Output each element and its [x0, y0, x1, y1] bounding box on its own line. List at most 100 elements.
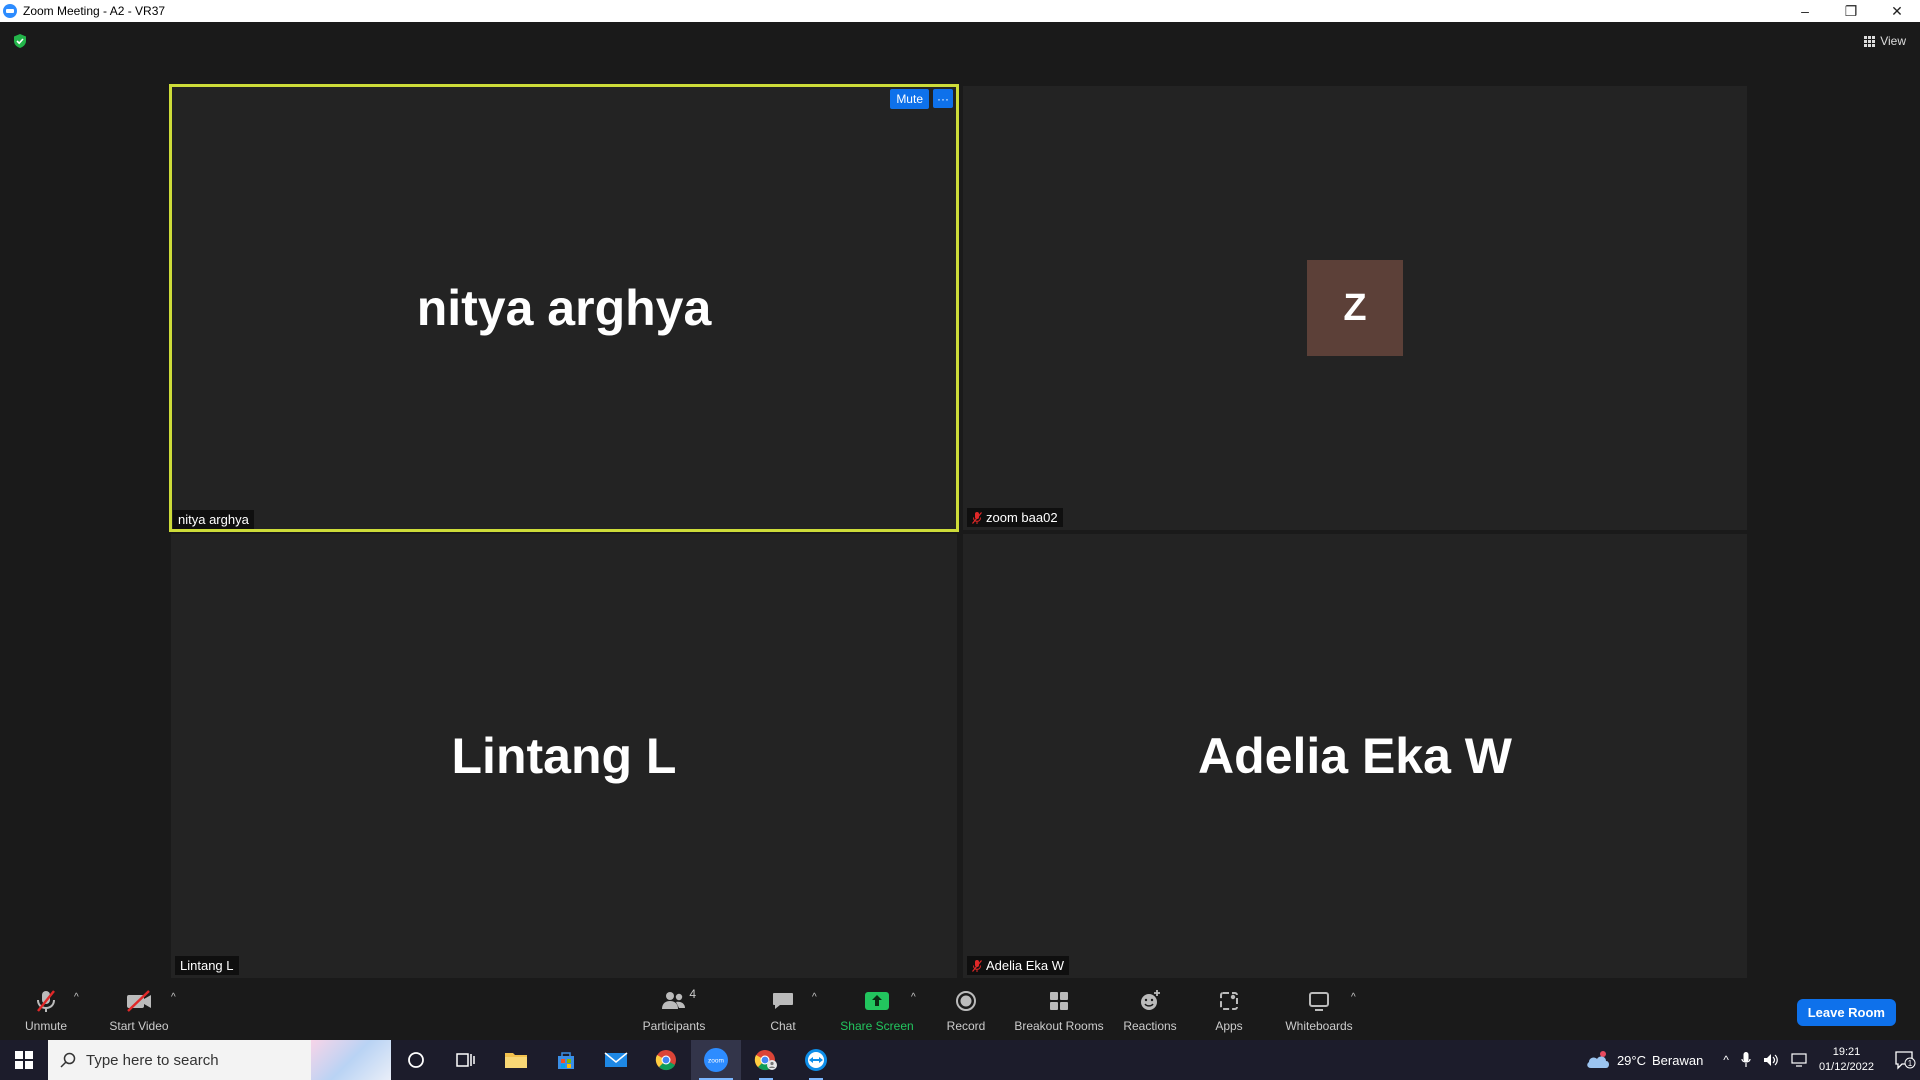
participant-name-tag: nitya arghya	[173, 510, 254, 529]
reactions-button[interactable]: Reactions	[1118, 980, 1182, 1040]
participants-count: 4	[689, 987, 696, 1001]
teamviewer-button[interactable]	[791, 1040, 841, 1080]
taskbar-search-box[interactable]: Type here to search	[48, 1040, 391, 1080]
notification-icon: 1	[1895, 1051, 1916, 1070]
participant-display-name: Lintang L	[451, 728, 677, 784]
chrome-icon	[655, 1050, 676, 1071]
meeting-area: View nitya arghya Mute ··· nitya arghya …	[0, 22, 1920, 980]
zoom-icon-text: zoom	[708, 1058, 724, 1065]
name-tag-label: nitya arghya	[178, 512, 249, 527]
mic-muted-icon	[972, 959, 982, 972]
mic-muted-icon	[972, 511, 982, 524]
notifications-button[interactable]: 1	[1890, 1050, 1920, 1070]
more-options-button[interactable]: ···	[933, 89, 953, 108]
zoom-app-icon	[3, 4, 17, 18]
meeting-controls: Unmute ^ Start Video ^ 4 Participants Ch…	[0, 980, 1920, 1040]
share-screen-button[interactable]: Share Screen	[836, 980, 918, 1040]
tray-icons: ^	[1723, 1052, 1807, 1068]
start-video-button[interactable]: Start Video	[100, 980, 178, 1040]
zoom-icon: zoom	[704, 1048, 728, 1072]
chat-button[interactable]: Chat	[758, 980, 808, 1040]
close-button[interactable]: ✕	[1874, 0, 1920, 22]
audio-options-caret-icon[interactable]: ^	[74, 992, 79, 1003]
store-bag-icon	[558, 1052, 574, 1069]
mute-participant-button[interactable]: Mute	[890, 89, 929, 109]
chrome-profile-button[interactable]	[741, 1040, 791, 1080]
video-tile-nitya-arghya[interactable]: nitya arghya Mute ··· nitya arghya	[169, 84, 959, 532]
network-icon[interactable]	[1791, 1053, 1807, 1067]
start-video-label: Start Video	[109, 1019, 169, 1033]
zoom-taskbar-button[interactable]: zoom	[691, 1040, 741, 1080]
reactions-label: Reactions	[1123, 1019, 1177, 1033]
window-title: Zoom Meeting - A2 - VR37	[23, 4, 166, 18]
name-tag-label: Adelia Eka W	[986, 958, 1065, 973]
participants-icon: 4	[654, 987, 696, 1013]
weather-description: Berawan	[1651, 1052, 1704, 1068]
mail-button[interactable]	[591, 1040, 641, 1080]
windows-taskbar: Type here to search zoom 29°C Berawan ^ …	[0, 1040, 1920, 1080]
grid-icon	[1864, 35, 1876, 47]
security-shield-icon[interactable]	[12, 33, 28, 49]
breakout-rooms-icon	[1045, 989, 1073, 1013]
clock-date: 01/12/2022	[1818, 1061, 1874, 1073]
whiteboard-icon	[1305, 989, 1333, 1013]
participant-name-tag: zoom baa02	[967, 508, 1063, 527]
video-tile-lintang-l[interactable]: Lintang L Lintang L	[171, 534, 957, 978]
chrome-button[interactable]	[641, 1040, 691, 1080]
mic-muted-icon	[32, 989, 60, 1013]
chat-label: Chat	[770, 1019, 796, 1033]
title-bar: Zoom Meeting - A2 - VR37 – ❐ ✕	[0, 0, 1920, 22]
breakout-rooms-button[interactable]: Breakout Rooms	[1012, 980, 1106, 1040]
task-view-button[interactable]	[441, 1040, 491, 1080]
unmute-label: Unmute	[24, 1019, 68, 1033]
apps-label: Apps	[1215, 1019, 1243, 1033]
file-explorer-button[interactable]	[491, 1040, 541, 1080]
participant-display-name: Adelia Eka W	[1198, 728, 1512, 784]
participants-button[interactable]: 4 Participants	[636, 980, 712, 1040]
teamviewer-icon	[805, 1049, 827, 1071]
video-tile-zoom-baa02[interactable]: Z zoom baa02	[963, 86, 1747, 530]
participant-name-tag: Adelia Eka W	[967, 956, 1070, 975]
unmute-button[interactable]: Unmute	[12, 980, 80, 1040]
whiteboards-button[interactable]: Whiteboards	[1280, 980, 1358, 1040]
record-button[interactable]: Record	[940, 980, 992, 1040]
video-tile-adelia-eka-w[interactable]: Adelia Eka W Adelia Eka W	[963, 534, 1747, 978]
participant-name-tag: Lintang L	[175, 956, 239, 975]
start-button[interactable]	[0, 1040, 48, 1080]
chat-icon	[769, 989, 797, 1013]
video-options-caret-icon[interactable]: ^	[171, 992, 176, 1003]
microphone-icon[interactable]	[1741, 1052, 1751, 1068]
chat-options-caret-icon[interactable]: ^	[812, 992, 817, 1003]
mail-icon	[604, 1052, 628, 1067]
share-screen-label: Share Screen	[840, 1019, 914, 1033]
record-icon	[952, 989, 980, 1013]
restore-button[interactable]: ❐	[1828, 0, 1874, 22]
notification-count: 1	[1908, 1059, 1913, 1068]
search-icon	[60, 1052, 76, 1068]
taskbar-clock[interactable]: 19:21 01/12/2022	[1819, 1045, 1874, 1075]
share-screen-icon	[863, 989, 891, 1013]
search-highlight-image	[311, 1040, 391, 1080]
video-off-icon	[125, 989, 153, 1013]
whiteboard-options-caret-icon[interactable]: ^	[1351, 992, 1356, 1003]
name-tag-label: Lintang L	[180, 958, 234, 973]
participant-display-name: nitya arghya	[416, 280, 712, 336]
leave-room-button[interactable]: Leave Room	[1796, 999, 1896, 1026]
name-tag-label: zoom baa02	[986, 510, 1058, 525]
record-label: Record	[946, 1019, 986, 1033]
apps-button[interactable]: Apps	[1204, 980, 1254, 1040]
speaker-icon[interactable]	[1763, 1053, 1779, 1067]
cortana-button[interactable]	[391, 1040, 441, 1080]
share-options-caret-icon[interactable]: ^	[911, 992, 916, 1003]
weather-widget[interactable]: 29°C Berawan	[1585, 1050, 1703, 1070]
system-tray: 29°C Berawan ^ 19:21 01/12/2022 1	[1585, 1040, 1920, 1080]
reactions-icon	[1136, 989, 1164, 1013]
show-hidden-icons-chevron-icon[interactable]: ^	[1723, 1053, 1729, 1067]
cloud-icon	[1587, 1051, 1609, 1068]
store-button[interactable]	[541, 1040, 591, 1080]
view-button[interactable]: View	[1864, 34, 1906, 48]
clock-time: 19:21	[1832, 1046, 1861, 1058]
weather-temperature: 29°C	[1616, 1052, 1646, 1068]
breakout-rooms-label: Breakout Rooms	[1014, 1019, 1104, 1033]
minimize-button[interactable]: –	[1782, 0, 1828, 22]
